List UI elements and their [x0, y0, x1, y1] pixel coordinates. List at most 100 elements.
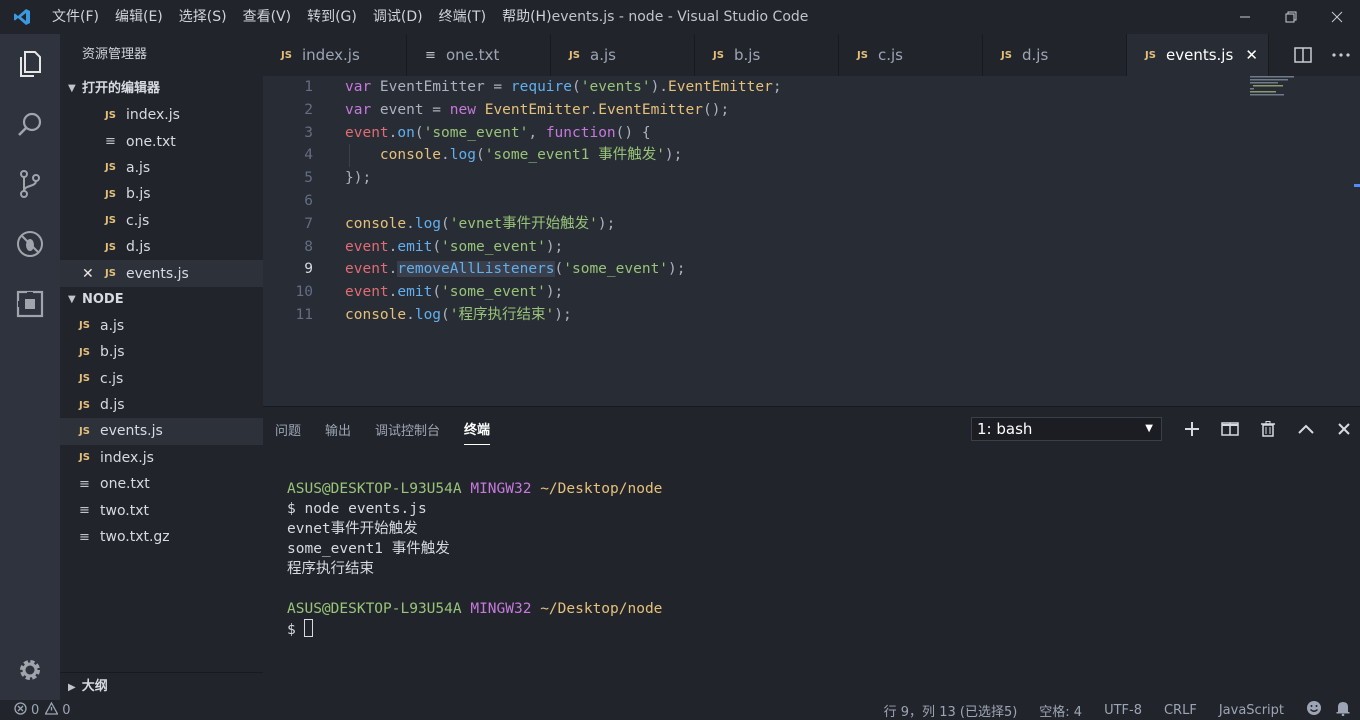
- terminal-command: $ node events.js: [287, 501, 427, 517]
- code-line: 1 var EventEmitter = require('events').Ev…: [263, 76, 1360, 99]
- close-tab-icon[interactable]: ✕: [1245, 46, 1258, 64]
- caret-down-icon: ▼: [68, 293, 76, 305]
- file-item[interactable]: JS events.js: [60, 418, 263, 445]
- menu-terminal[interactable]: 终端(T): [431, 0, 494, 34]
- text-file-icon: ≡: [105, 134, 116, 150]
- tab-index-js[interactable]: JS index.js: [263, 34, 407, 76]
- js-file-icon: JS: [79, 320, 90, 332]
- indentation[interactable]: 空格: 4: [1039, 701, 1082, 720]
- file-label: b.js: [100, 344, 125, 361]
- tab-events-js[interactable]: JS events.js ✕: [1127, 34, 1269, 76]
- error-count: 0: [31, 702, 40, 718]
- extensions-icon[interactable]: [0, 274, 60, 334]
- panel-tab-terminal[interactable]: 终端: [464, 413, 491, 445]
- js-file-icon: JS: [79, 373, 90, 385]
- menu-go[interactable]: 转到(G): [299, 0, 365, 34]
- tab-label: a.js: [590, 46, 616, 64]
- close-icon[interactable]: ✕: [82, 266, 94, 282]
- file-label: events.js: [126, 265, 189, 282]
- tab-c-js[interactable]: JS c.js: [839, 34, 983, 76]
- close-panel-icon[interactable]: [1325, 413, 1360, 445]
- file-item[interactable]: JS a.js: [60, 155, 263, 181]
- problems-status[interactable]: 0 0: [0, 701, 71, 719]
- file-item[interactable]: JS c.js: [60, 366, 263, 392]
- file-label: a.js: [100, 317, 125, 334]
- file-item[interactable]: ≡ two.txt.gz: [60, 524, 263, 550]
- file-item[interactable]: ✕ JS events.js: [60, 260, 263, 287]
- chevron-up-icon[interactable]: [1287, 413, 1325, 445]
- file-label: one.txt: [126, 133, 176, 150]
- code-line: 5});: [263, 167, 1360, 190]
- file-item[interactable]: JS index.js: [60, 445, 263, 471]
- tab-label: c.js: [878, 46, 903, 64]
- code-line-current: 9 event.removeAllListeners('some_event');: [263, 258, 1360, 281]
- explorer-icon[interactable]: [0, 34, 60, 94]
- close-window-button[interactable]: [1314, 0, 1360, 34]
- file-item[interactable]: ≡ one.txt: [60, 128, 263, 154]
- encoding[interactable]: UTF-8: [1104, 703, 1142, 718]
- panel-tab-problems[interactable]: 问题: [275, 414, 301, 445]
- line-number: 1: [304, 79, 313, 95]
- cursor-position[interactable]: 行 9，列 13 (已选择5): [884, 701, 1018, 720]
- settings-gear-icon[interactable]: [0, 640, 60, 700]
- code-editor[interactable]: 1 var EventEmitter = require('events').Ev…: [263, 76, 1360, 406]
- code-line: 6: [263, 190, 1360, 213]
- restore-button[interactable]: [1268, 0, 1314, 34]
- file-label: b.js: [126, 186, 151, 203]
- menu-edit[interactable]: 编辑(E): [107, 0, 171, 34]
- file-item[interactable]: JS a.js: [60, 313, 263, 339]
- outline-section[interactable]: ▶ 大纲: [60, 672, 263, 700]
- new-terminal-icon[interactable]: [1173, 413, 1211, 445]
- file-item[interactable]: JS b.js: [60, 181, 263, 207]
- open-editors-header[interactable]: ▼ 打开的编辑器: [60, 76, 263, 102]
- tab-d-js[interactable]: JS d.js: [983, 34, 1127, 76]
- file-label: one.txt: [100, 476, 150, 493]
- file-item[interactable]: JS b.js: [60, 339, 263, 365]
- file-item[interactable]: JS d.js: [60, 234, 263, 260]
- language-mode[interactable]: JavaScript: [1219, 703, 1284, 718]
- file-item[interactable]: JS c.js: [60, 208, 263, 234]
- minimize-button[interactable]: [1222, 0, 1268, 34]
- panel-tab-debug-console[interactable]: 调试控制台: [375, 414, 440, 445]
- file-item[interactable]: JS d.js: [60, 392, 263, 418]
- debug-icon[interactable]: [0, 214, 60, 274]
- tab-b-js[interactable]: JS b.js: [695, 34, 839, 76]
- terminal-prompt-line: ASUS@DESKTOP-L93U54A MINGW32 ~/Desktop/n…: [287, 599, 662, 619]
- file-item[interactable]: ≡ two.txt: [60, 497, 263, 523]
- menu-help[interactable]: 帮助(H): [494, 0, 559, 34]
- split-editor-icon[interactable]: [1284, 34, 1322, 76]
- trash-icon[interactable]: [1249, 413, 1287, 445]
- terminal-select[interactable]: 1: bash ▼: [971, 417, 1162, 441]
- file-label: index.js: [100, 449, 154, 466]
- js-file-icon: JS: [281, 49, 292, 61]
- tab-a-js[interactable]: JS a.js: [551, 34, 695, 76]
- terminal-path: ~/Desktop/node: [540, 601, 663, 617]
- file-item[interactable]: ≡ one.txt: [60, 471, 263, 497]
- tab-one-txt[interactable]: ≡ one.txt: [407, 34, 551, 76]
- file-label: c.js: [126, 212, 150, 229]
- menu-selection[interactable]: 选择(S): [171, 0, 235, 34]
- source-control-icon[interactable]: [0, 154, 60, 214]
- menu-debug[interactable]: 调试(D): [365, 0, 431, 34]
- minimap[interactable]: [1250, 76, 1300, 96]
- file-item[interactable]: JS index.js: [60, 102, 263, 128]
- more-actions-icon[interactable]: [1322, 34, 1360, 76]
- notification-bell-icon[interactable]: [1336, 700, 1350, 720]
- terminal-output[interactable]: ASUS@DESKTOP-L93U54A MINGW32 ~/Desktop/n…: [287, 479, 662, 640]
- open-editors-list: JS index.js ≡ one.txt JS a.js JS b.js JS c.js JS d.…: [60, 102, 263, 287]
- code-text: console.log('some_event1 事件触发');: [379, 147, 683, 164]
- file-label: d.js: [126, 239, 151, 256]
- tab-label: d.js: [1022, 46, 1049, 64]
- file-label: two.txt: [100, 502, 149, 519]
- menu-view[interactable]: 查看(V): [235, 0, 300, 34]
- menu-file[interactable]: 文件(F): [44, 0, 107, 34]
- line-ending[interactable]: CRLF: [1164, 703, 1197, 718]
- feedback-smiley-icon[interactable]: [1306, 700, 1322, 720]
- tab-label: b.js: [734, 46, 761, 64]
- folder-header[interactable]: ▼ NODE: [60, 287, 263, 313]
- js-file-icon: JS: [105, 162, 116, 174]
- split-terminal-icon[interactable]: [1211, 413, 1249, 445]
- window-controls: [1222, 0, 1360, 34]
- search-icon[interactable]: [0, 94, 60, 154]
- panel-tab-output[interactable]: 输出: [325, 414, 351, 445]
